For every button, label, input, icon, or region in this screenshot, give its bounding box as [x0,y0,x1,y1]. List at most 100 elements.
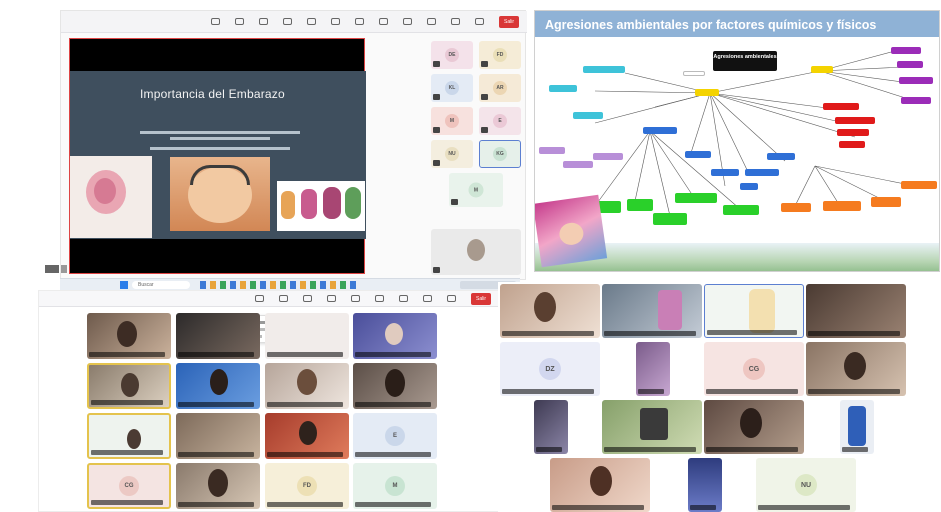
name-chip [267,352,343,357]
participant-tile-video[interactable] [431,229,521,275]
participant-tile[interactable]: M [353,463,437,509]
participant-video-tile[interactable] [265,313,349,359]
participant-tile-active[interactable]: KG [479,140,521,168]
participant-object [640,408,668,440]
name-chip [267,402,343,407]
mic-button[interactable] [207,17,225,26]
video-button[interactable] [231,17,249,26]
node-blue-6 [740,183,758,190]
participant-video-tile[interactable] [176,313,260,359]
participant-gallery: DE FD KL AR M E NU KG M [431,41,523,277]
name-chip [91,500,163,505]
participant-tile[interactable]: E [353,413,437,459]
participant-video-tile[interactable] [534,400,568,454]
participant-video-tile[interactable] [353,313,437,359]
share-button[interactable] [327,17,345,26]
leave-button[interactable]: Salir [498,15,519,28]
slide-nav-left[interactable] [45,265,59,273]
more-button-2[interactable] [395,294,413,303]
participants-button[interactable] [255,17,273,26]
node-white-1 [683,71,705,76]
chat-button-2[interactable] [323,294,341,303]
participant-tile[interactable]: M [431,107,473,135]
participant-video-tile[interactable] [176,463,260,509]
video-icon [235,17,245,25]
participant-tile[interactable]: CG [704,342,804,396]
view-button[interactable] [447,17,465,26]
more-button[interactable] [399,17,417,26]
participant-video-tile[interactable] [353,363,437,409]
participant-face [208,469,228,497]
participant-video-tile[interactable] [265,413,349,459]
security-button[interactable] [471,17,489,26]
mic-muted-icon [433,127,440,133]
participant-tile[interactable]: M [449,173,503,207]
avatar: FD [493,48,507,62]
participant-video-tile[interactable] [704,400,804,454]
participant-tile[interactable]: NU [756,458,856,512]
record-button-2[interactable] [371,294,389,303]
node-purple-3 [899,77,933,84]
participant-video-tile[interactable] [806,284,906,338]
react-button[interactable] [303,17,321,26]
chat-button[interactable] [279,17,297,26]
participant-tile[interactable]: FD [479,41,521,69]
mic-button-2[interactable] [251,294,269,303]
participant-tile[interactable]: DZ [500,342,600,396]
taskbar-search[interactable]: Buscar [132,281,190,289]
baby-face-shape [557,221,585,247]
video-button-2[interactable] [275,294,293,303]
participants-button-2[interactable] [299,294,317,303]
participant-tile[interactable]: KL [431,74,473,102]
slide-nav-right[interactable] [61,265,67,273]
record-button[interactable] [351,17,369,26]
view-button-2[interactable] [443,294,461,303]
leave-button-2[interactable]: Salir [470,292,491,305]
record-icon [375,294,385,302]
participant-tile[interactable]: CG [87,463,171,509]
participant-face [121,373,139,397]
participant-video-tile[interactable] [602,400,702,454]
name-chip [178,452,254,457]
participant-tile[interactable]: AR [479,74,521,102]
participant-video-tile[interactable] [602,284,702,338]
camera-button-2[interactable] [419,294,437,303]
participant-video-tile[interactable] [176,413,260,459]
participant-video-tile[interactable] [87,413,171,459]
slide-text-line-1 [140,131,300,134]
name-chip [842,447,868,452]
node-quimicos [695,89,719,96]
participant-video-tile[interactable] [840,400,874,454]
search-placeholder: Buscar [138,282,154,288]
mic-muted-icon [481,94,488,100]
node-blue-3 [711,169,739,176]
avatar: KL [445,81,459,95]
taskbar-app-icons[interactable] [200,281,360,289]
name-chip [706,447,798,452]
participant-video-tile[interactable] [688,458,722,512]
participant-video-tile[interactable] [87,363,171,409]
participant-tile[interactable]: FD [265,463,349,509]
name-chip [178,402,254,407]
name-chip [355,502,431,507]
participant-video-tile[interactable] [265,363,349,409]
participant-tile[interactable]: E [479,107,521,135]
apps-button[interactable] [375,17,393,26]
name-chip [355,402,431,407]
participant-video-tile[interactable] [87,313,171,359]
participant-video-tile[interactable] [176,363,260,409]
camera-button[interactable] [423,17,441,26]
participant-video-tile[interactable] [500,284,600,338]
avatar: DE [445,48,459,62]
node-orange-3 [871,197,901,207]
meeting-toolbar-2: Salir [39,291,501,307]
windows-start-icon[interactable] [120,281,128,289]
participant-tile[interactable]: NU [431,140,473,168]
participant-tile[interactable]: DE [431,41,473,69]
share-button-2[interactable] [347,294,365,303]
participant-video-tile[interactable] [550,458,650,512]
participant-video-tile[interactable] [806,342,906,396]
name-chip [178,502,254,507]
participant-video-tile[interactable] [636,342,670,396]
participant-video-tile-active[interactable] [704,284,804,338]
